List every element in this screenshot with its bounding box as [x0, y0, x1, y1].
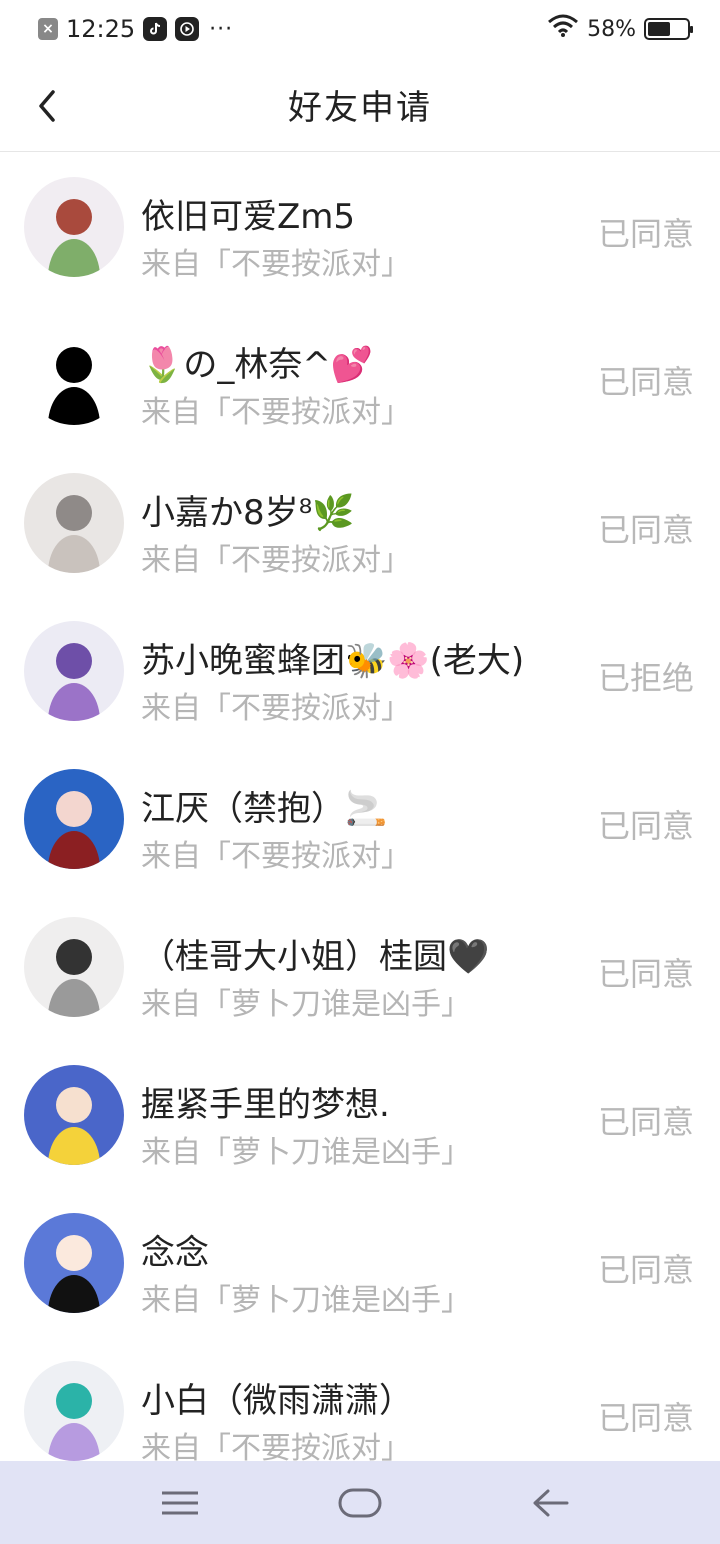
requester-name: 念念: [141, 1233, 209, 1273]
page-title: 好友申请: [288, 88, 432, 128]
status-left: × 12:25 ···: [38, 15, 233, 43]
request-source: 来自「不要按派对」: [141, 691, 411, 726]
back-arrow-icon: [533, 1489, 569, 1517]
avatar-image: [24, 917, 124, 1017]
avatar[interactable]: [24, 769, 124, 869]
friend-request-row[interactable]: 小嘉か8岁⁸🌿 来自「不要按派对」 已同意: [0, 449, 720, 597]
battery-fill: [648, 22, 671, 36]
avatar-image: [24, 1213, 124, 1313]
tiktok-icon: [143, 17, 168, 41]
request-source: 来自「萝卜刀谁是凶手」: [141, 1135, 471, 1170]
request-status: 已同意: [597, 955, 694, 993]
request-source: 来自「萝卜刀谁是凶手」: [141, 987, 471, 1022]
avatar-image: [24, 769, 124, 869]
nav-back-button[interactable]: [520, 1479, 580, 1527]
avatar[interactable]: [24, 1065, 124, 1165]
friend-request-list: 依旧可爱Zm5 来自「不要按派对」 已同意 🌷の_林奈^💕 来自「不要按派对」 已同意 小嘉…: [0, 153, 720, 1485]
request-status: 已同意: [597, 807, 694, 845]
avatar[interactable]: [24, 177, 124, 277]
request-status: 已同意: [597, 1399, 694, 1437]
avatar[interactable]: [24, 917, 124, 1017]
request-source: 来自「不要按派对」: [141, 395, 411, 430]
request-status: 已同意: [597, 1251, 694, 1289]
home-button[interactable]: [330, 1479, 390, 1527]
status-right: 58%: [547, 14, 693, 44]
friend-request-row[interactable]: （桂哥大小姐）桂圆🖤 来自「萝卜刀谁是凶手」 已同意: [0, 893, 720, 1041]
header: 好友申请: [0, 58, 720, 152]
menu-icon: [162, 1491, 198, 1515]
avatar-image: [24, 473, 124, 573]
chevron-left-icon: [39, 90, 55, 122]
friend-request-row[interactable]: 江厌（禁抱）🚬 来自「不要按派对」 已同意: [0, 745, 720, 893]
avatar[interactable]: [24, 1213, 124, 1313]
battery-icon: [644, 18, 693, 40]
avatar-image: [24, 621, 124, 721]
wifi-icon: [547, 14, 579, 44]
system-navbar: [0, 1461, 720, 1544]
requester-name: 🌷の_林奈^💕: [141, 345, 374, 385]
play-icon: [175, 17, 200, 41]
request-source: 来自「萝卜刀谁是凶手」: [141, 1283, 471, 1318]
request-status: 已同意: [597, 215, 694, 253]
request-status: 已同意: [597, 1103, 694, 1141]
request-status: 已同意: [597, 511, 694, 549]
requester-name: 握紧手里的梦想.: [141, 1085, 390, 1125]
friend-request-row[interactable]: 念念来自「萝卜刀谁是凶手」 已同意: [0, 1189, 720, 1337]
avatar[interactable]: [24, 325, 124, 425]
request-status: 已拒绝: [597, 659, 694, 697]
request-source: 来自「不要按派对」: [141, 543, 411, 578]
notification-close-icon: ×: [38, 18, 58, 40]
requester-name: 江厌（禁抱）🚬: [141, 789, 388, 829]
status-time: 12:25: [66, 15, 136, 43]
home-icon: [338, 1488, 382, 1518]
friend-request-row[interactable]: 苏小晚蜜蜂团🐝🌸(老大) 来自「不要按派对」 已拒绝: [0, 597, 720, 745]
back-button[interactable]: [24, 82, 72, 130]
friend-request-row[interactable]: 握紧手里的梦想. 来自「萝卜刀谁是凶手」 已同意: [0, 1041, 720, 1189]
friend-request-row[interactable]: 依旧可爱Zm5 来自「不要按派对」 已同意: [0, 153, 720, 301]
requester-name: 小嘉か8岁⁸🌿: [141, 493, 355, 533]
menu-button[interactable]: [150, 1479, 210, 1527]
avatar-image: [24, 177, 124, 277]
requester-name: 依旧可爱Zm5: [141, 197, 356, 237]
requester-name: 小白（微雨潇潇）: [141, 1381, 413, 1421]
requester-name: 苏小晚蜜蜂团🐝🌸(老大): [141, 641, 525, 681]
more-notifications-icon: ···: [209, 16, 234, 42]
request-status: 已同意: [597, 363, 694, 401]
friend-request-row[interactable]: 🌷の_林奈^💕 来自「不要按派对」 已同意: [0, 301, 720, 449]
battery-percent: 58%: [587, 16, 636, 42]
requester-name: （桂哥大小姐）桂圆🖤: [141, 937, 490, 977]
avatar[interactable]: [24, 473, 124, 573]
avatar-image: [24, 1065, 124, 1165]
request-source: 来自「不要按派对」: [141, 247, 411, 282]
avatar[interactable]: [24, 621, 124, 721]
status-bar: × 12:25 ··· 58%: [0, 0, 720, 58]
request-source: 来自「不要按派对」: [141, 839, 411, 874]
avatar-image: [24, 1361, 124, 1461]
avatar[interactable]: [24, 1361, 124, 1461]
avatar-image: [24, 325, 124, 425]
